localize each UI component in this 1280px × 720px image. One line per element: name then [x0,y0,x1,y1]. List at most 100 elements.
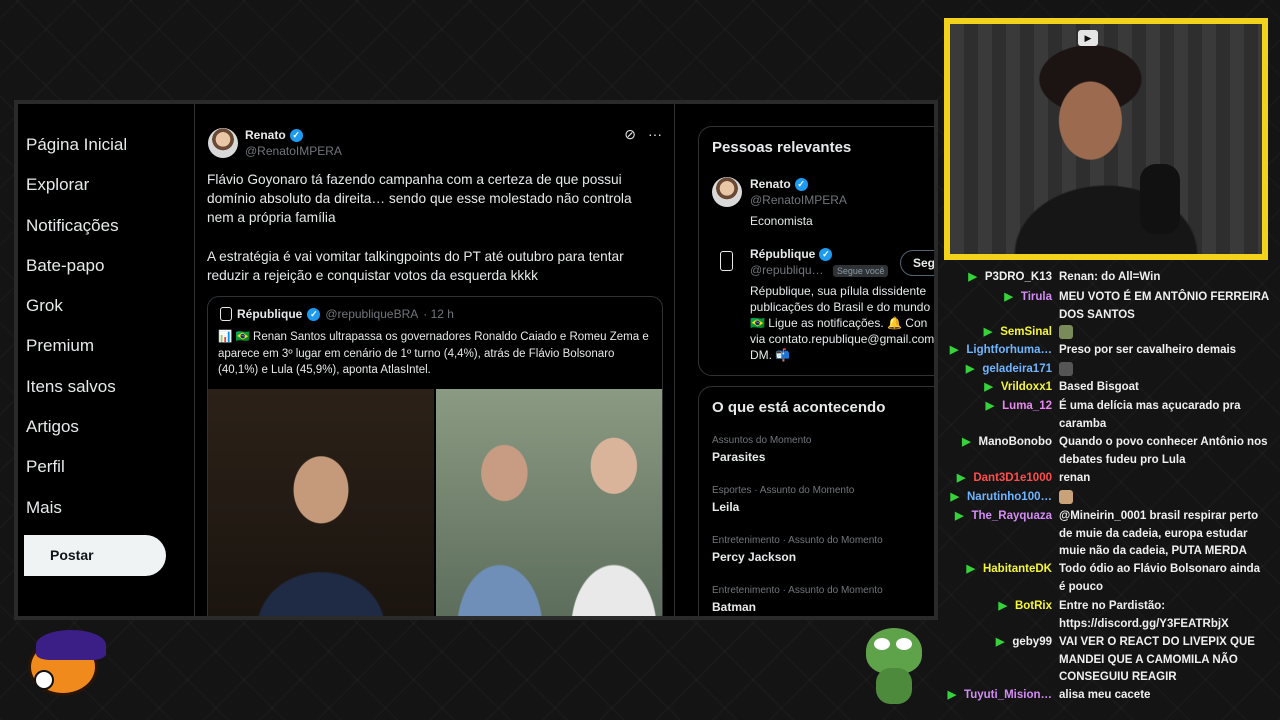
chat-text: É uma delícia mas açucarado pra caramba [1059,400,1241,430]
verified-badge-icon: ✓ [819,247,833,261]
kick-badge-icon: ▶ [947,689,957,701]
kick-badge-icon: ▶ [955,510,964,522]
trend-item[interactable]: Esportes · Assunto do Momento Leila [712,485,854,514]
follows-you-badge: Segue você [832,265,889,277]
chat-username[interactable]: geby99 [1012,634,1052,652]
trend-item[interactable]: Assuntos do Momento Parasites [712,435,812,464]
chat-username[interactable]: Tirula [1021,289,1052,307]
follow-button[interactable]: Seguir [900,250,934,276]
kick-badge-icon: ▶ [965,363,975,375]
post-button[interactable]: Postar [24,535,166,576]
chat-text: renan [1059,472,1091,484]
tweet-column: Renato ✓ @RenatoIMPERA ⊘ ··· Flávio Goyo… [194,104,675,616]
pepe-frog-sticker [866,628,922,708]
person-name[interactable]: République [750,247,815,261]
nav-bookmarks[interactable]: Itens salvos [18,367,194,407]
chat-username[interactable]: Dant3D1e1000 [973,470,1052,488]
republique-logo-icon [220,307,232,321]
person-bio: Economista [750,214,813,228]
quote-time: · 12 h [423,307,454,321]
microphone [1140,164,1180,234]
nav-notifications[interactable]: Notificações [18,206,194,246]
chat-username[interactable]: Lightforhuma… [966,342,1052,360]
nav-home[interactable]: Página Inicial [18,125,194,165]
chat-text: Quando o povo conhecer Antônio nos debat… [1059,436,1268,466]
left-navigation: Página Inicial Explorar Notificações Bat… [18,104,194,616]
chat-username[interactable]: P3DRO_K13 [985,269,1052,287]
grok-icon[interactable]: ⊘ [624,126,636,143]
kick-badge-icon: ▶ [984,381,993,393]
kick-badge-icon: ▶ [968,271,977,283]
trends-card: O que está acontecendo Assuntos do Momen… [698,386,934,616]
trend-item[interactable]: Entretenimento · Assunto do Momento Perc… [712,535,883,564]
chat-username[interactable]: HabitanteDK [983,561,1052,579]
quote-text: 📊 🇧🇷 Renan Santos ultrapassa os governad… [218,331,649,376]
nav-profile[interactable]: Perfil [18,447,194,487]
quoted-tweet[interactable]: République ✓ @republiqueBRA · 12 h 📊 🇧🇷 … [207,296,663,616]
chat-username[interactable]: SemSinal [1000,324,1052,342]
chat-username[interactable]: Tuyuti_Mision… [964,687,1052,705]
stream-chat: ▶ P3DRO_K13 Renan: do All=Win ▶ Tirula MEU… [946,262,1280,720]
tweet-header: Renato ✓ @RenatoIMPERA ⊘ ··· [208,126,662,166]
verified-badge-icon: ✓ [794,177,808,191]
mascot-sticker [20,630,110,710]
chat-text: alisa meu cacete [1059,689,1151,701]
chat-username[interactable]: The_Rayquaza [971,508,1052,526]
quote-handle[interactable]: @republiqueBRA [325,307,418,321]
play-icon[interactable]: ▶ [1078,30,1098,46]
chat-username[interactable]: ManoBonobo [979,434,1052,452]
trend-name: Percy Jackson [712,550,797,564]
right-sidebar: Pessoas relevantes Renato ✓ @RenatoIMPER… [698,104,935,616]
nav-explore[interactable]: Explorar [18,165,194,205]
chat-text: Based Bisgoat [1059,381,1139,393]
chat-username[interactable]: Narutinho100… [967,489,1052,507]
nav-grok[interactable]: Grok [18,286,194,326]
republique-logo-icon [720,251,733,271]
chat-username[interactable]: geladeira171 [982,361,1052,379]
trends-title: O que está acontecendo [712,399,886,416]
more-options-icon[interactable]: ··· [648,126,662,143]
kick-badge-icon: ▶ [983,326,993,338]
kick-badge-icon: ▶ [1004,291,1013,303]
verified-badge-icon: ✓ [289,128,303,142]
trend-category: Assuntos do Momento [712,435,812,446]
quote-image-left[interactable] [208,389,434,616]
relevant-people-title: Pessoas relevantes [712,139,852,156]
emote-icon [1059,361,1073,376]
kick-badge-icon: ▶ [956,472,966,484]
kick-badge-icon: ▶ [966,563,975,575]
person-bio: République, sua pílula dissidente public… [750,284,935,362]
nav-premium[interactable]: Premium [18,326,194,366]
chat-username[interactable]: Luma_12 [1002,398,1052,416]
person-name[interactable]: Renato [750,177,791,191]
chat-text: Renan: do All=Win [1059,271,1161,283]
chat-username[interactable]: Vrildoxx1 [1001,379,1052,397]
chat-username[interactable]: BotRix [1015,598,1052,616]
kick-badge-icon: ▶ [950,491,959,503]
quote-image-right[interactable] [436,389,662,616]
quote-author[interactable]: République [237,307,302,321]
kick-badge-icon: ▶ [995,636,1005,648]
chat-text: @Mineirin_0001 brasil respirar perto de … [1059,510,1259,557]
kick-badge-icon: ▶ [949,344,959,356]
trend-name: Leila [712,500,740,514]
trend-item[interactable]: Entretenimento · Assunto do Momento Batm… [712,585,883,614]
avatar[interactable] [208,128,238,158]
nav-chat[interactable]: Bate-papo [18,246,194,286]
nav-more[interactable]: Mais [18,488,194,528]
tweet-author[interactable]: Renato [245,128,286,142]
chat-text: Preso por ser cavalheiro demais [1059,344,1237,356]
chat-text: Entre no Pardistão: https://discord.gg/Y… [1059,600,1229,630]
person-handle: @republiqu… [750,263,824,277]
chat-text: VAI VER O REACT DO LIVEPIX QUE MANDEI QU… [1059,636,1255,683]
trend-category: Entretenimento · Assunto do Momento [712,585,883,596]
chat-text: Todo ódio ao Flávio Bolsonaro ainda é po… [1059,563,1261,593]
trend-name: Batman [712,600,757,614]
avatar[interactable] [712,177,742,207]
nav-articles[interactable]: Artigos [18,407,194,447]
person-handle: @RenatoIMPERA [750,193,847,207]
tweet-handle[interactable]: @RenatoIMPERA [245,144,342,158]
twitter-window: Página Inicial Explorar Notificações Bat… [14,100,938,620]
emote-icon [1059,489,1073,504]
kick-badge-icon: ▶ [998,600,1007,612]
